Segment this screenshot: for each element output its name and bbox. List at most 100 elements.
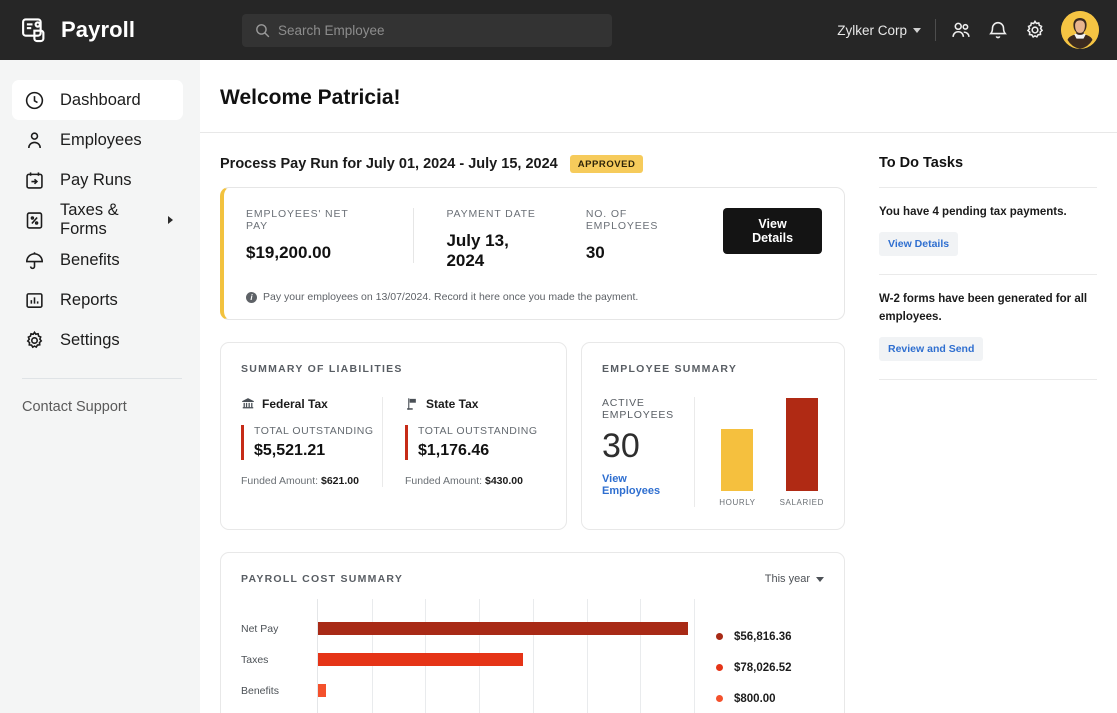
app-header: Payroll Zylker Corp xyxy=(0,0,1117,60)
org-switcher[interactable]: Zylker Corp xyxy=(837,23,935,38)
liability-header: Federal Tax xyxy=(241,397,382,411)
avatar-photo-icon xyxy=(1061,11,1099,49)
stat-value: $19,200.00 xyxy=(246,243,367,263)
header-divider xyxy=(935,19,936,41)
liabilities-row: Federal Tax TOTAL OUTSTANDING $5,521.21 … xyxy=(241,397,546,487)
search-container xyxy=(242,14,612,47)
sidebar-item-label: Reports xyxy=(60,291,118,310)
funded-value: $621.00 xyxy=(321,475,359,487)
cost-summary-header: PAYROLL COST SUMMARY This year xyxy=(241,573,824,585)
todo-title: To Do Tasks xyxy=(879,155,1097,171)
content-columns: Process Pay Run for July 01, 2024 - July… xyxy=(200,133,1117,713)
chart-legend: $56,816.36 $78,026.52 $800.00 xyxy=(694,599,824,713)
legend-dot xyxy=(716,695,723,702)
card-title: PAYROLL COST SUMMARY xyxy=(241,573,403,585)
calendar-pay-icon xyxy=(24,170,45,191)
chart-bar-salaried: SALARIED xyxy=(780,398,824,507)
employee-type-chart: HOURLY SALARIED xyxy=(694,397,824,507)
stat-net-pay: EMPLOYEES' NET PAY $19,200.00 xyxy=(246,208,414,263)
liability-federal-tax: Federal Tax TOTAL OUTSTANDING $5,521.21 … xyxy=(241,397,382,487)
funded-label: Funded Amount: xyxy=(241,475,318,487)
gear-icon[interactable] xyxy=(1024,19,1046,41)
chart-category-labels: Net Pay Taxes Benefits Deductions xyxy=(241,599,317,713)
summary-cards-row: SUMMARY OF LIABILITIES Federal Tax xyxy=(220,342,845,530)
sidebar-item-dashboard[interactable]: Dashboard xyxy=(12,80,183,120)
liabilities-card: SUMMARY OF LIABILITIES Federal Tax xyxy=(220,342,567,530)
main-content: Welcome Patricia! Process Pay Run for Ju… xyxy=(200,60,1117,713)
period-filter-dropdown[interactable]: This year xyxy=(765,573,824,585)
period-filter-label: This year xyxy=(765,573,810,585)
view-details-button[interactable]: View Details xyxy=(723,208,822,254)
employee-summary-card: EMPLOYEE SUMMARY ACTIVE EMPLOYEES 30 Vie… xyxy=(581,342,845,530)
sidebar: Dashboard Employees Pay Runs xyxy=(0,60,200,713)
sidebar-item-employees[interactable]: Employees xyxy=(12,120,183,160)
todo-action-review-and-send[interactable]: Review and Send xyxy=(879,337,983,361)
bank-building-icon xyxy=(241,397,255,411)
category-label: Taxes xyxy=(241,644,317,675)
page-title: Welcome Patricia! xyxy=(200,60,1117,132)
payrun-note: i Pay your employees on 13/07/2024. Reco… xyxy=(246,291,822,303)
bar-label: HOURLY xyxy=(719,498,755,507)
category-label: Deductions xyxy=(241,706,317,713)
stat-payment-date: PAYMENT DATE July 13, 2024 xyxy=(414,208,571,271)
payrun-title: Process Pay Run for July 01, 2024 - July… xyxy=(220,156,558,172)
legend-dot xyxy=(716,664,723,671)
stat-value: 30 xyxy=(586,243,697,263)
chart-bar-track xyxy=(318,706,694,713)
todo-item: You have 4 pending tax payments. View De… xyxy=(879,188,1097,274)
gear-icon xyxy=(24,330,45,351)
sidebar-item-settings[interactable]: Settings xyxy=(12,320,183,360)
primary-column: Process Pay Run for July 01, 2024 - July… xyxy=(200,133,865,713)
sidebar-item-benefits[interactable]: Benefits xyxy=(12,240,183,280)
legend-value: $78,026.52 xyxy=(734,662,792,674)
sidebar-item-label: Dashboard xyxy=(60,91,141,110)
outstanding-amount: $5,521.21 xyxy=(254,442,382,460)
chart-bar-net-pay xyxy=(318,622,688,635)
bell-icon[interactable] xyxy=(987,19,1009,41)
search-input[interactable] xyxy=(242,14,612,47)
payroll-document-icon xyxy=(20,15,50,45)
chart-bar-track xyxy=(318,613,694,644)
outstanding-label: TOTAL OUTSTANDING xyxy=(418,425,546,437)
todo-item: W-2 forms have been generated for all em… xyxy=(879,275,1097,379)
liability-outstanding-block: TOTAL OUTSTANDING $1,176.46 xyxy=(405,425,546,460)
chevron-down-icon xyxy=(913,28,921,33)
stat-label: NO. OF EMPLOYEES xyxy=(586,208,697,232)
liability-state-tax: State Tax TOTAL OUTSTANDING $1,176.46 Fu… xyxy=(382,397,546,487)
chart-bar-track xyxy=(318,644,694,675)
payrun-note-text: Pay your employees on 13/07/2024. Record… xyxy=(263,291,638,303)
stat-label: PAYMENT DATE xyxy=(446,208,545,220)
card-title: EMPLOYEE SUMMARY xyxy=(602,363,824,375)
header-actions: Zylker Corp xyxy=(837,11,1099,49)
todo-column: To Do Tasks You have 4 pending tax payme… xyxy=(865,133,1117,713)
sidebar-item-pay-runs[interactable]: Pay Runs xyxy=(12,160,183,200)
todo-divider xyxy=(879,379,1097,380)
todo-text: W-2 forms have been generated for all em… xyxy=(879,291,1097,326)
liability-name: Federal Tax xyxy=(262,397,328,411)
people-icon[interactable] xyxy=(950,19,972,41)
contact-support-link[interactable]: Contact Support xyxy=(0,379,200,415)
todo-action-view-details[interactable]: View Details xyxy=(879,232,958,256)
active-employees-label: ACTIVE EMPLOYEES xyxy=(602,397,684,421)
legend-value: $56,816.36 xyxy=(734,631,792,643)
avatar[interactable] xyxy=(1061,11,1099,49)
employee-summary-row: ACTIVE EMPLOYEES 30 View Employees HOURL… xyxy=(602,397,824,507)
sidebar-item-label: Pay Runs xyxy=(60,171,132,190)
view-employees-link[interactable]: View Employees xyxy=(602,473,684,497)
legend-item: $56,816.36 xyxy=(716,621,824,652)
chevron-down-icon xyxy=(816,577,824,582)
brand[interactable]: Payroll xyxy=(20,15,220,45)
org-name: Zylker Corp xyxy=(837,23,907,38)
chart-plot-area xyxy=(317,599,694,713)
sidebar-item-label: Benefits xyxy=(60,251,120,270)
category-label: Net Pay xyxy=(241,613,317,644)
tax-percent-icon xyxy=(24,210,45,231)
legend-item: $800.00 xyxy=(716,683,824,713)
cost-summary-chart: Net Pay Taxes Benefits Deductions xyxy=(241,593,824,713)
funded-label: Funded Amount: xyxy=(405,475,482,487)
sidebar-item-taxes-and-forms[interactable]: Taxes & Forms xyxy=(12,200,183,240)
payrun-header: Process Pay Run for July 01, 2024 - July… xyxy=(220,155,845,173)
bar-chart-icon xyxy=(24,290,45,311)
legend-value: $800.00 xyxy=(734,693,776,705)
sidebar-item-reports[interactable]: Reports xyxy=(12,280,183,320)
